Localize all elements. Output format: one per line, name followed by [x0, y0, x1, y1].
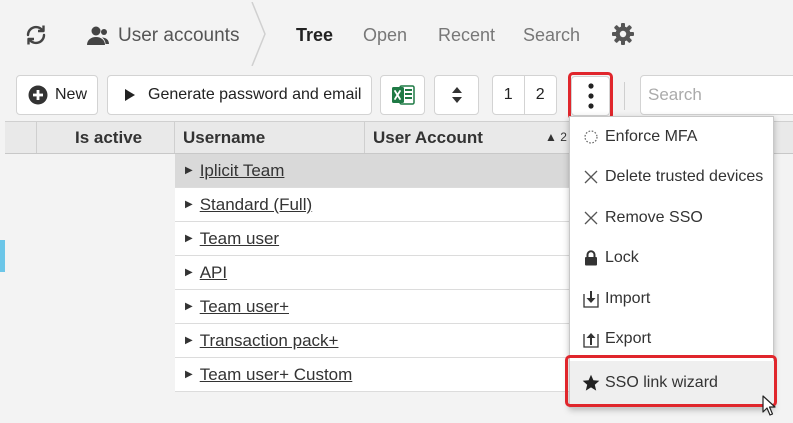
- lock-icon: [585, 250, 597, 266]
- excel-export-button[interactable]: [380, 75, 425, 115]
- breadcrumb-label: User accounts: [118, 25, 240, 46]
- table-row[interactable]: ▶ Standard (Full): [175, 188, 575, 222]
- sort-button[interactable]: [434, 75, 479, 115]
- more-actions-menu: Enforce MFA Delete trusted devices Remov…: [569, 116, 775, 408]
- menu-item-label: Export: [605, 330, 652, 347]
- menu-item-label: Import: [605, 290, 651, 307]
- search-input[interactable]: [640, 75, 793, 115]
- x-icon: [584, 211, 598, 225]
- expand-arrow-icon[interactable]: ▶: [185, 199, 193, 210]
- grid-body: ▶ Iplicit Team ▶ Standard (Full) ▶ Team …: [175, 154, 575, 392]
- star-icon: [582, 374, 600, 391]
- menu-item-label: SSO link wizard: [605, 374, 718, 391]
- table-row[interactable]: ▶ Team user+ Custom: [175, 358, 575, 392]
- expand-arrow-icon[interactable]: ▶: [185, 267, 193, 278]
- menu-item-lock[interactable]: Lock: [570, 239, 775, 277]
- expand-arrow-icon[interactable]: ▶: [185, 301, 193, 312]
- column-user-account[interactable]: User Account: [365, 122, 565, 153]
- row-label[interactable]: Standard (Full): [200, 195, 312, 215]
- expand-arrow-icon[interactable]: ▶: [185, 233, 193, 244]
- table-row[interactable]: ▶ Iplicit Team: [175, 154, 575, 188]
- menu-item-import[interactable]: Import: [570, 280, 775, 318]
- row-label[interactable]: Team user+: [200, 297, 289, 317]
- play-icon: [125, 89, 135, 101]
- row-label[interactable]: Team user+ Custom: [200, 365, 353, 385]
- table-row[interactable]: ▶ Team user: [175, 222, 575, 256]
- import-icon: [583, 291, 599, 308]
- export-icon: [583, 333, 599, 348]
- menu-item-remove-sso[interactable]: Remove SSO: [570, 199, 775, 237]
- menu-item-label: Remove SSO: [605, 209, 703, 226]
- sort-arrows-icon: [451, 87, 462, 103]
- expand-arrow-icon[interactable]: ▶: [185, 165, 193, 176]
- table-row[interactable]: ▶ Transaction pack+: [175, 324, 575, 358]
- menu-item-label: Delete trusted devices: [605, 168, 764, 185]
- page-2-button[interactable]: 2: [525, 76, 556, 114]
- tab-tree[interactable]: Tree: [296, 25, 333, 46]
- breadcrumb-separator: [251, 2, 266, 66]
- tab-search[interactable]: Search: [523, 25, 580, 46]
- expand-arrow-icon[interactable]: ▶: [185, 369, 193, 380]
- app-header: User accounts Tree Open Recent Search: [0, 0, 793, 68]
- tab-recent[interactable]: Recent: [438, 25, 495, 46]
- excel-icon: [391, 85, 415, 105]
- active-row-indicator: [0, 240, 5, 272]
- row-label[interactable]: API: [200, 263, 227, 283]
- generate-password-button[interactable]: Generate password and email: [107, 75, 372, 115]
- toolbar-divider: [624, 82, 625, 110]
- breadcrumb[interactable]: User accounts: [86, 22, 239, 50]
- column-username[interactable]: Username: [175, 122, 365, 153]
- sort-indicator: ▲ 2: [545, 130, 567, 144]
- new-button[interactable]: New: [16, 75, 98, 115]
- menu-item-enforce-mfa[interactable]: Enforce MFA: [570, 118, 775, 156]
- users-icon: [87, 26, 109, 45]
- row-label[interactable]: Team user: [200, 229, 279, 249]
- grid-header-spacer: [5, 122, 37, 153]
- new-button-label: New: [55, 86, 88, 103]
- page-1-button[interactable]: 1: [493, 76, 525, 114]
- spinner-icon: [584, 130, 598, 144]
- kebab-menu-icon: [587, 83, 594, 109]
- expand-arrow-icon[interactable]: ▶: [185, 335, 193, 346]
- table-row[interactable]: ▶ API: [175, 256, 575, 290]
- row-label[interactable]: Transaction pack+: [200, 331, 339, 351]
- more-actions-button[interactable]: [571, 76, 610, 116]
- menu-item-label: Enforce MFA: [605, 128, 698, 145]
- mouse-cursor-icon: [762, 395, 776, 416]
- menu-item-export[interactable]: Export: [570, 320, 775, 358]
- table-row[interactable]: ▶ Team user+: [175, 290, 575, 324]
- column-is-active[interactable]: Is active: [37, 122, 175, 153]
- refresh-icon[interactable]: [24, 23, 48, 47]
- page-selector: 1 2: [492, 75, 557, 115]
- menu-item-delete-trusted-devices[interactable]: Delete trusted devices: [570, 158, 775, 196]
- menu-item-sso-link-wizard[interactable]: SSO link wizard: [570, 361, 775, 405]
- plus-circle-icon: [28, 85, 48, 105]
- x-icon: [584, 170, 598, 184]
- row-label[interactable]: Iplicit Team: [200, 161, 285, 181]
- tab-open[interactable]: Open: [363, 25, 407, 46]
- generate-password-label: Generate password and email: [148, 86, 362, 103]
- gear-icon[interactable]: [611, 22, 635, 46]
- menu-item-label: Lock: [605, 249, 639, 266]
